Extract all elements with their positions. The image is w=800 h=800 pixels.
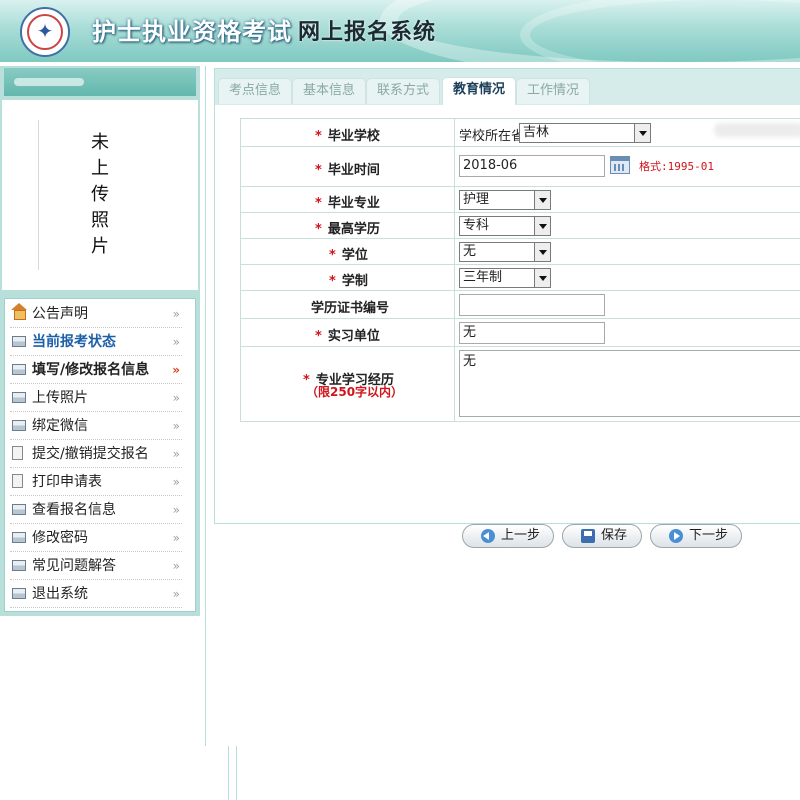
school-name-field[interactable] xyxy=(714,123,800,137)
card-icon xyxy=(12,560,26,571)
sidebar-item-change-password[interactable]: 修改密码 » xyxy=(10,524,182,552)
document-icon xyxy=(12,446,23,460)
sidebar-item-label: 查看报名信息 xyxy=(32,502,116,518)
sidebar-item-faq[interactable]: 常见问题解答 » xyxy=(10,552,182,580)
sidebar-item-current-status[interactable]: 当前报考状态 » xyxy=(10,328,182,356)
schooling-length-label: 学制 xyxy=(341,274,368,289)
sidebar-item-submit-cancel[interactable]: 提交/撤销提交报名 » xyxy=(10,440,182,468)
card-icon xyxy=(12,532,26,543)
degree-label: 学位 xyxy=(341,248,368,263)
calendar-icon[interactable] xyxy=(610,156,630,174)
required-mark: * xyxy=(315,163,322,178)
tab-work[interactable]: 工作情况 xyxy=(516,78,591,104)
sidebar-item-fill-edit-info[interactable]: 填写/修改报名信息 » xyxy=(10,356,182,384)
chevron-down-icon xyxy=(634,124,650,142)
divider xyxy=(205,66,206,746)
card-icon xyxy=(12,504,26,515)
header-banner: ✦ 护士执业资格考试 网上报名系统 xyxy=(0,0,800,62)
internship-unit-label: 实习单位 xyxy=(327,329,380,344)
chevron-right-icon: » xyxy=(172,363,180,377)
chevron-down-icon xyxy=(534,191,550,209)
certificate-number-input[interactable] xyxy=(459,294,605,316)
tab-contact[interactable]: 联系方式 xyxy=(366,78,441,104)
card-icon xyxy=(12,392,26,403)
chevron-right-icon: » xyxy=(172,503,180,517)
date-format-hint: 格式:1995-01 xyxy=(639,160,714,173)
chevron-right-icon: » xyxy=(172,419,180,433)
sidebar-blank xyxy=(0,616,200,746)
sidebar-item-label: 提交/撤销提交报名 xyxy=(32,446,149,462)
chevron-down-icon xyxy=(534,269,550,287)
floppy-disk-icon xyxy=(581,529,595,543)
sidebar-item-view-info[interactable]: 查看报名信息 » xyxy=(10,496,182,524)
chevron-right-icon: » xyxy=(172,447,180,461)
province-select[interactable]: 吉林 xyxy=(519,123,651,143)
sidebar-item-bind-wechat[interactable]: 绑定微信 » xyxy=(10,412,182,440)
sidebar-item-upload-photo[interactable]: 上传照片 » xyxy=(10,384,182,412)
emblem-icon: ✦ xyxy=(20,7,70,57)
length-limit-note: （限250字以内） xyxy=(306,385,404,399)
card-icon xyxy=(12,588,26,599)
required-mark: * xyxy=(329,274,336,289)
next-step-button[interactable]: 下一步 xyxy=(650,524,742,548)
sidebar-item-print-form[interactable]: 打印申请表 » xyxy=(10,468,182,496)
graduation-time-label: 毕业时间 xyxy=(327,163,380,178)
sidebar-item-label: 绑定微信 xyxy=(32,418,88,434)
arrow-right-icon xyxy=(669,529,683,543)
chevron-right-icon: » xyxy=(172,559,180,573)
prev-step-button[interactable]: 上一步 xyxy=(462,524,554,548)
tab-education[interactable]: 教育情况 xyxy=(442,77,517,105)
card-icon xyxy=(12,364,26,375)
arrow-left-icon xyxy=(481,529,495,543)
save-button[interactable]: 保存 xyxy=(562,524,642,548)
photo-placeholder-text: 未上传照片 xyxy=(91,132,109,257)
highest-education-label: 最高学历 xyxy=(327,222,380,237)
degree-select[interactable]: 无 xyxy=(459,242,551,262)
graduation-school-label: 毕业学校 xyxy=(327,129,380,144)
footer-strip xyxy=(0,746,240,800)
required-mark: * xyxy=(315,129,322,144)
graduation-time-input[interactable]: 2018-06 xyxy=(459,155,605,177)
sidebar-item-label: 公告声明 xyxy=(32,306,88,322)
major-label: 毕业专业 xyxy=(327,196,380,211)
sidebar-item-label: 退出系统 xyxy=(32,586,88,602)
user-name-bar xyxy=(4,68,196,96)
sidebar-item-logout[interactable]: 退出系统 » xyxy=(10,580,182,608)
house-icon xyxy=(11,303,27,320)
schooling-length-select[interactable]: 三年制 xyxy=(459,268,551,288)
chevron-right-icon: » xyxy=(172,391,180,405)
chevron-right-icon: » xyxy=(172,531,180,545)
system-title-registration: 网上报名系统 xyxy=(298,20,437,45)
sidebar-item-label: 常见问题解答 xyxy=(32,558,116,574)
sidebar-item-announcement[interactable]: 公告声明 » xyxy=(10,300,182,328)
chevron-right-icon: » xyxy=(172,587,180,601)
tab-exam-site[interactable]: 考点信息 xyxy=(218,78,293,104)
sidebar-item-label: 当前报考状态 xyxy=(32,334,116,350)
card-icon xyxy=(12,420,26,431)
sidebar-item-label: 上传照片 xyxy=(32,390,88,406)
chevron-right-icon: » xyxy=(172,335,180,349)
required-mark: * xyxy=(329,248,336,263)
certificate-number-label: 学历证书编号 xyxy=(311,301,390,316)
document-icon xyxy=(12,474,23,488)
internship-unit-input[interactable]: 无 xyxy=(459,322,605,344)
tab-basic-info[interactable]: 基本信息 xyxy=(292,78,367,104)
province-prefix-label: 学校所在省 xyxy=(459,129,525,144)
card-icon xyxy=(12,336,26,347)
sidebar-item-label: 填写/修改报名信息 xyxy=(32,362,150,378)
chevron-right-icon: » xyxy=(172,307,180,321)
study-experience-textarea[interactable]: 无 xyxy=(459,350,800,417)
major-select[interactable]: 护理 xyxy=(459,190,551,210)
header-decoration xyxy=(520,0,800,62)
chevron-right-icon: » xyxy=(172,475,180,489)
sidebar-item-label: 打印申请表 xyxy=(32,474,102,490)
required-mark: * xyxy=(315,329,322,344)
highest-education-select[interactable]: 专科 xyxy=(459,216,551,236)
chevron-down-icon xyxy=(534,217,550,235)
system-title-exam: 护士执业资格考试 xyxy=(92,18,292,46)
sidebar-item-label: 修改密码 xyxy=(32,530,88,546)
required-mark: * xyxy=(315,196,322,211)
chevron-down-icon xyxy=(534,243,550,261)
required-mark: * xyxy=(315,222,322,237)
